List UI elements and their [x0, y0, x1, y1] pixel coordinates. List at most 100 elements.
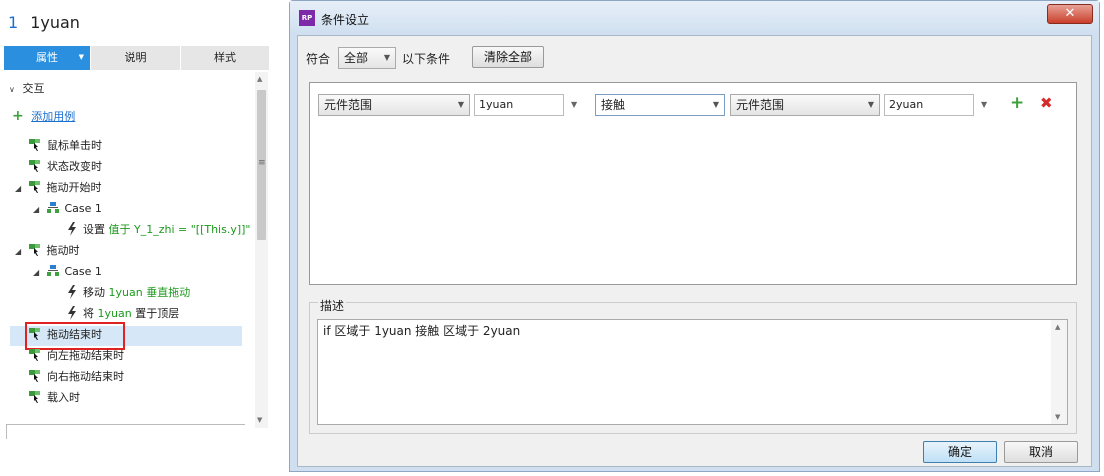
section-interactions[interactable]: ∨ 交互 — [9, 79, 45, 99]
expand-triangle-icon[interactable]: ◢ — [15, 242, 25, 262]
action-detail: 1yuan 垂直拖动 — [108, 286, 191, 299]
scroll-up-icon[interactable]: ▲ — [257, 75, 262, 83]
scope-select-1-value: 元件范围 — [324, 98, 373, 112]
event-swipe-right[interactable]: 向右拖动结束时 — [29, 367, 124, 387]
action-bring-to-front[interactable]: 将 1yuan 置于顶层 — [67, 304, 179, 324]
dialog-body: 符合 全部 ▼ 以下条件 清除全部 元件范围 ▼ 1yuan ▼ 接触 ▼ 元件范围 ▼… — [297, 35, 1092, 467]
chevron-down-icon[interactable]: ∨ — [9, 80, 19, 100]
plus-icon: + — [12, 108, 24, 124]
match-mode-value: 全部 — [344, 51, 369, 65]
condition-list: 元件范围 ▼ 1yuan ▼ 接触 ▼ 元件范围 ▼ 2yuan ▼ + ✖ — [309, 82, 1077, 285]
scope-select-1[interactable]: 元件范围 ▼ — [318, 94, 470, 116]
event-label: 拖动开始时 — [46, 181, 102, 194]
match-label: 符合 — [306, 52, 331, 66]
collapsed-section-edge — [6, 424, 245, 439]
widget-title: 1 1yuan — [8, 13, 80, 32]
scope-select-2[interactable]: 元件范围 ▼ — [730, 94, 880, 116]
action-target: 1yuan — [97, 307, 132, 320]
tab-style[interactable]: 样式 — [181, 46, 269, 70]
chevron-down-icon: ▼ — [457, 100, 464, 109]
action-detail: 置于顶层 — [135, 307, 180, 320]
event-label: 状态改变时 — [47, 160, 102, 173]
add-case-link[interactable]: + 添加用例 — [12, 106, 75, 126]
event-flag-icon — [28, 244, 40, 256]
event-flag-icon — [28, 181, 40, 193]
description-label: 描述 — [318, 297, 347, 314]
event-flag-icon — [29, 391, 40, 403]
action-detail: 值于 Y_1_zhi = "[[This.y]]" — [108, 223, 251, 236]
scroll-grip-icon: ≡ — [258, 158, 266, 168]
case-branch-icon — [46, 265, 59, 276]
event-flag-icon — [29, 160, 40, 172]
action-verb: 将 — [83, 307, 94, 320]
match-mode-select[interactable]: 全部 ▼ — [338, 47, 396, 69]
cancel-button[interactable]: 取消 — [1004, 441, 1078, 463]
tab-notes[interactable]: 说明 — [91, 46, 181, 70]
chevron-down-icon: ▼ — [867, 100, 874, 109]
scope-select-2-value: 元件范围 — [736, 98, 785, 112]
event-label: 向右拖动结束时 — [47, 370, 124, 383]
target-input-1[interactable]: 1yuan — [474, 94, 564, 116]
event-click[interactable]: 鼠标单击时 — [29, 136, 102, 156]
event-label: 拖动时 — [46, 244, 80, 257]
clear-all-button[interactable]: 清除全部 — [472, 46, 544, 68]
dialog-title: 条件设立 — [321, 13, 370, 27]
case-drag-start[interactable]: ◢ Case 1 — [33, 199, 102, 219]
condition-dialog: RP 条件设立 ✕ 符合 全部 ▼ 以下条件 清除全部 元件范围 ▼ 1yuan ▼… — [289, 0, 1100, 472]
tab-dropdown-icon: ▼ — [78, 53, 84, 61]
chevron-down-icon: ▼ — [383, 53, 390, 62]
target-dropdown-1-icon[interactable]: ▼ — [571, 100, 577, 109]
scroll-down-icon[interactable]: ▼ — [257, 416, 262, 424]
event-label: 拖动结束时 — [47, 328, 102, 341]
delete-condition-icon[interactable]: ✖ — [1040, 94, 1053, 112]
tab-properties-label: 属性 — [36, 51, 58, 64]
interaction-panel: 1 1yuan 属性 ▼ 说明 样式 ▲ ▼ ≡ ∨ 交互 + 添加用例 鼠标单击… — [0, 0, 272, 476]
action-set-value[interactable]: 设置 值于 Y_1_zhi = "[[This.y]]" — [67, 220, 251, 240]
case-branch-icon — [46, 202, 59, 213]
close-button[interactable]: ✕ — [1047, 4, 1093, 24]
case-label: Case 1 — [64, 265, 102, 278]
dialog-titlebar[interactable] — [290, 1, 1099, 35]
tab-properties[interactable]: 属性 ▼ — [4, 46, 91, 70]
event-label: 向左拖动结束时 — [47, 349, 124, 362]
event-flag-icon — [29, 349, 40, 361]
panel-tabbar: 属性 ▼ 说明 样式 — [4, 46, 269, 70]
event-flag-icon — [29, 328, 40, 340]
lightning-icon — [68, 285, 76, 299]
chevron-down-icon: ▼ — [712, 100, 719, 109]
action-move[interactable]: 移动 1yuan 垂直拖动 — [67, 283, 190, 303]
target-input-2[interactable]: 2yuan — [884, 94, 974, 116]
lightning-icon — [68, 306, 76, 320]
operator-select[interactable]: 接触 ▼ — [595, 94, 725, 116]
action-verb: 移动 — [83, 286, 105, 299]
expand-triangle-icon[interactable]: ◢ — [15, 179, 25, 199]
scroll-down-icon[interactable]: ▼ — [1055, 413, 1060, 421]
scroll-up-icon[interactable]: ▲ — [1055, 323, 1060, 331]
add-case-label: 添加用例 — [31, 110, 76, 123]
ok-button[interactable]: 确定 — [923, 441, 997, 463]
widget-index: 1 — [8, 13, 19, 32]
lightning-icon — [68, 222, 76, 236]
target-dropdown-2-icon[interactable]: ▼ — [981, 100, 987, 109]
event-load[interactable]: 载入时 — [29, 388, 80, 408]
event-flag-icon — [29, 370, 40, 382]
add-condition-icon[interactable]: + — [1010, 93, 1024, 113]
event-drag-start[interactable]: ◢ 拖动开始时 — [15, 178, 102, 198]
match-suffix-label: 以下条件 — [402, 52, 451, 66]
event-swipe-left[interactable]: 向左拖动结束时 — [29, 346, 124, 366]
case-drag[interactable]: ◢ Case 1 — [33, 262, 102, 282]
description-text: if 区域于 1yuan 接触 区域于 2yuan — [323, 324, 521, 338]
case-label: Case 1 — [64, 202, 102, 215]
event-state-change[interactable]: 状态改变时 — [29, 157, 102, 177]
description-scrollbar[interactable]: ▲ ▼ — [1051, 320, 1067, 424]
event-label: 载入时 — [47, 391, 80, 404]
action-verb: 设置 — [83, 223, 105, 236]
description-textarea[interactable]: if 区域于 1yuan 接触 区域于 2yuan ▲ ▼ — [317, 319, 1068, 425]
event-drag[interactable]: ◢ 拖动时 — [15, 241, 80, 261]
expand-triangle-icon[interactable]: ◢ — [33, 263, 43, 283]
expand-triangle-icon[interactable]: ◢ — [33, 200, 43, 220]
app-logo-icon: RP — [299, 10, 315, 26]
event-drag-end[interactable]: 拖动结束时 — [29, 325, 102, 345]
section-label: 交互 — [22, 82, 45, 95]
event-flag-icon — [29, 139, 40, 151]
